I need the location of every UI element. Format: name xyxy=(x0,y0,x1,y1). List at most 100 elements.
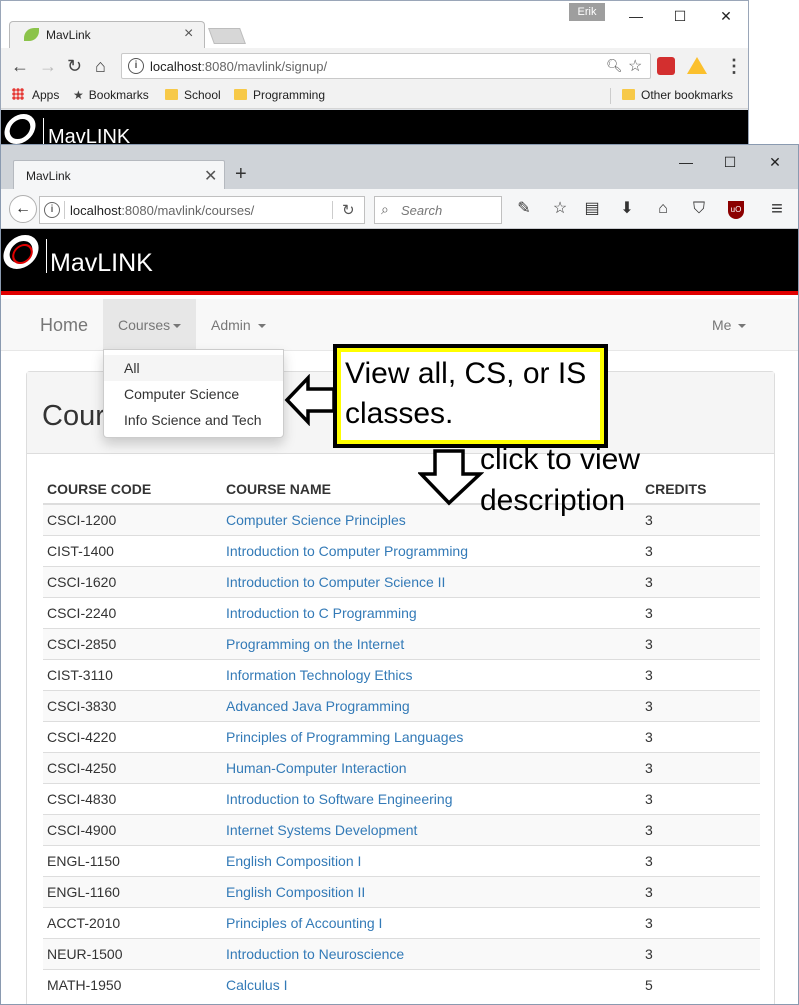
new-tab-icon[interactable]: + xyxy=(235,163,247,186)
table-row: CSCI-4900 Internet Systems Development 3 xyxy=(43,813,760,845)
table-row: MATH-1950 Calculus I5 xyxy=(43,968,760,1000)
course-name-link[interactable]: Introduction to Computer Programming xyxy=(222,534,641,566)
course-code-cell: NEUR-1500 xyxy=(43,937,222,969)
front-url: localhost:8080/mavlink/courses/ xyxy=(70,203,255,218)
back-arrow-icon[interactable]: ← xyxy=(11,56,29,77)
maximize-icon[interactable]: ☐ xyxy=(715,151,745,173)
course-name-link[interactable]: English Composition II xyxy=(222,875,641,907)
pocket-icon[interactable]: ⛉ xyxy=(689,199,709,219)
bookmark-other[interactable]: Other bookmarks xyxy=(622,88,733,102)
course-name-link[interactable]: English Composition I xyxy=(222,844,641,876)
menu-icon[interactable]: ≡ xyxy=(767,199,787,219)
divider xyxy=(46,239,47,273)
reload-icon[interactable]: ↻ xyxy=(342,201,355,219)
divider xyxy=(332,201,333,219)
menu-icon[interactable]: ⋮ xyxy=(725,56,743,77)
caret-down-icon xyxy=(257,324,266,328)
bookmark-bookmarks[interactable]: ★ Bookmarks xyxy=(73,88,149,102)
back-address-bar[interactable]: i localhost:8080/mavlink/signup/ 🔍︎ ☆ xyxy=(121,53,651,79)
course-name-link[interactable]: Introduction to Software Engineering xyxy=(222,782,641,814)
courses-panel: Courses COURSE CODE COURSE NAME CREDITS … xyxy=(26,371,775,1004)
divider xyxy=(64,201,65,219)
reading-list-icon[interactable]: ▤ xyxy=(582,199,602,219)
ublock-icon[interactable]: uO xyxy=(728,201,744,219)
nav-admin-dropdown[interactable]: Admin xyxy=(211,299,266,351)
course-name-link[interactable]: Introduction to Computer Science II xyxy=(222,565,641,597)
front-title-bar: MavLink ✕ + — ☐ ✕ xyxy=(1,145,798,190)
selenium-icon[interactable]: ✎ xyxy=(514,199,534,219)
bookmark-star-icon[interactable]: ☆ xyxy=(628,56,642,76)
course-name-link[interactable]: Advanced Java Programming xyxy=(222,689,641,721)
table-row: ACCT-2010 Principles of Accounting I3 xyxy=(43,906,760,938)
course-name-link[interactable]: Introduction to Neuroscience xyxy=(222,937,641,969)
info-icon[interactable]: i xyxy=(44,202,60,218)
home-icon[interactable]: ⌂ xyxy=(95,56,106,77)
drive-icon[interactable] xyxy=(687,57,707,74)
profile-badge[interactable]: Erik xyxy=(569,3,605,21)
credits-cell: 5 xyxy=(641,968,760,1000)
home-icon[interactable]: ⌂ xyxy=(653,199,673,219)
course-name-link[interactable]: Programming on the Internet xyxy=(222,627,641,659)
close-icon[interactable]: ✕ xyxy=(204,166,217,186)
info-icon[interactable]: i xyxy=(128,58,144,74)
nav-me-dropdown[interactable]: Me xyxy=(712,299,747,351)
forward-arrow-icon[interactable]: → xyxy=(39,56,57,77)
site-header: MavLINK xyxy=(1,229,798,295)
nav-courses-dropdown[interactable]: Courses xyxy=(103,299,196,351)
nav-home[interactable]: Home xyxy=(40,299,88,351)
credits-cell: 3 xyxy=(641,565,760,597)
credits-cell: 3 xyxy=(641,720,760,752)
course-name-link[interactable]: Principles of Accounting I xyxy=(222,906,641,938)
credits-cell: 3 xyxy=(641,658,760,690)
bookmark-star-icon[interactable]: ☆ xyxy=(550,199,570,219)
minimize-icon[interactable]: — xyxy=(621,5,651,27)
dropdown-item-computer-science[interactable]: Computer Science xyxy=(104,381,283,407)
back-tab-strip: MavLink × Erik — ☐ ✕ xyxy=(1,1,748,48)
credits-cell: 3 xyxy=(641,596,760,628)
course-name-link[interactable]: Internet Systems Development xyxy=(222,813,641,845)
dropdown-item-info-science[interactable]: Info Science and Tech xyxy=(104,407,283,433)
credits-cell: 3 xyxy=(641,937,760,969)
course-name-link[interactable]: Human-Computer Interaction xyxy=(222,751,641,783)
course-code-cell: MATH-1950 xyxy=(43,968,222,1000)
bookmark-school[interactable]: School xyxy=(165,88,221,102)
close-icon[interactable]: × xyxy=(184,25,193,43)
back-tab[interactable]: MavLink × xyxy=(9,21,205,48)
front-address-bar[interactable]: i localhost:8080/mavlink/courses/ ↻ xyxy=(39,196,365,224)
course-name-link[interactable]: Calculus I xyxy=(222,968,641,1000)
search-input[interactable]: ⌕ Search xyxy=(374,196,502,224)
course-code-cell: ACCT-2010 xyxy=(43,906,222,938)
back-toolbar: ← → ↻ ⌂ i localhost:8080/mavlink/signup/… xyxy=(1,48,748,84)
credits-cell: 3 xyxy=(641,906,760,938)
zoom-icon[interactable]: 🔍︎ xyxy=(606,58,623,74)
reload-icon[interactable]: ↻ xyxy=(67,56,82,77)
front-tab[interactable]: MavLink ✕ xyxy=(13,160,225,190)
course-name-link[interactable]: Introduction to C Programming xyxy=(222,596,641,628)
close-window-icon[interactable]: ✕ xyxy=(760,151,790,173)
course-code-cell: CSCI-4220 xyxy=(43,720,222,752)
close-window-icon[interactable]: ✕ xyxy=(711,5,741,27)
credits-cell: 3 xyxy=(641,534,760,566)
search-placeholder: Search xyxy=(401,203,443,218)
bookmark-programming[interactable]: Programming xyxy=(234,88,325,102)
course-name-link[interactable]: Information Technology Ethics xyxy=(222,658,641,690)
down-arrow-annotation xyxy=(418,449,484,506)
new-tab-button[interactable] xyxy=(208,28,246,44)
download-icon[interactable]: ⬇ xyxy=(617,199,637,219)
table-row: CIST-1400 Introduction to Computer Progra… xyxy=(43,534,760,566)
minimize-icon[interactable]: — xyxy=(671,151,701,173)
leaf-icon xyxy=(24,28,39,41)
table-row: CSCI-3830 Advanced Java Programming 3 xyxy=(43,689,760,721)
nav-admin-label: Admin xyxy=(211,317,251,333)
back-browser-window: MavLink × Erik — ☐ ✕ ← → ↻ ⌂ i localhost… xyxy=(0,0,749,148)
nav-me-label: Me xyxy=(712,317,732,333)
site-brand[interactable]: MavLINK xyxy=(50,249,153,278)
course-code-cell: CSCI-4250 xyxy=(43,751,222,783)
extension-icon[interactable] xyxy=(657,57,675,75)
back-url: localhost:8080/mavlink/signup/ xyxy=(150,59,328,74)
dropdown-item-all[interactable]: All xyxy=(104,355,283,381)
course-name-link[interactable]: Principles of Programming Languages xyxy=(222,720,641,752)
maximize-icon[interactable]: ☐ xyxy=(665,5,695,27)
back-arrow-icon[interactable]: ← xyxy=(9,195,37,223)
bookmark-apps[interactable]: Apps xyxy=(12,88,59,102)
